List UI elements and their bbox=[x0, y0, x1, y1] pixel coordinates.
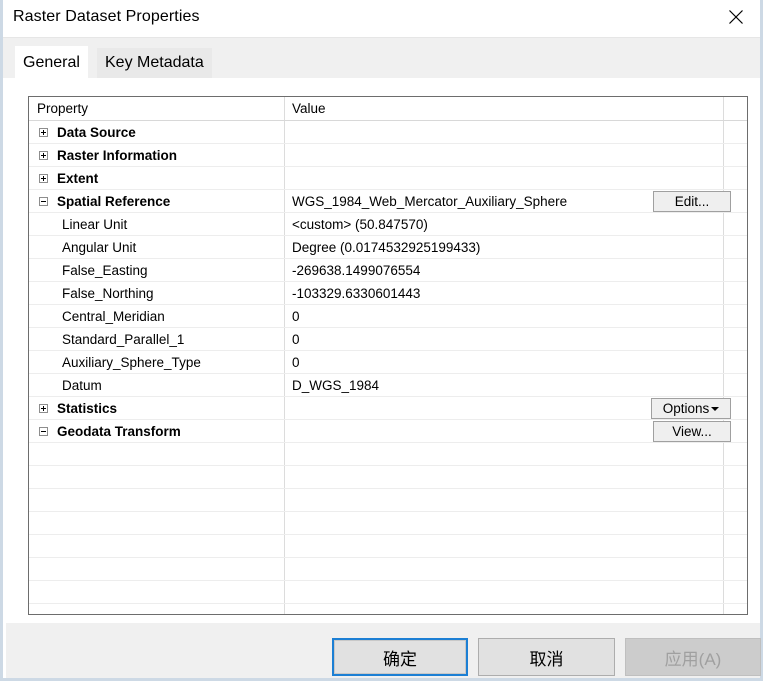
table-row-empty[interactable] bbox=[29, 466, 747, 489]
row-property-label: Raster Information bbox=[57, 148, 178, 163]
table-row[interactable]: Datum D_WGS_1984 bbox=[29, 374, 747, 397]
cancel-button[interactable]: 取消 bbox=[478, 638, 615, 676]
row-value: -103329.6330601443 bbox=[292, 286, 421, 301]
tab-panel-general: Property Value Data Source Raster Inform… bbox=[6, 78, 760, 623]
row-value: -269638.1499076554 bbox=[292, 263, 421, 278]
row-property-label: Extent bbox=[57, 171, 99, 186]
ok-button-label: 确定 bbox=[334, 640, 466, 674]
table-row[interactable]: Auxiliary_Sphere_Type 0 bbox=[29, 351, 747, 374]
row-property-label: False_Easting bbox=[62, 263, 148, 278]
ok-button[interactable]: 确定 bbox=[332, 638, 468, 676]
row-value bbox=[285, 167, 723, 189]
row-property-label: Standard_Parallel_1 bbox=[62, 332, 185, 347]
table-row[interactable]: Standard_Parallel_1 0 bbox=[29, 328, 747, 351]
row-property-label: Geodata Transform bbox=[57, 424, 181, 439]
row-value bbox=[285, 144, 723, 166]
apply-button: 应用(A) bbox=[625, 638, 761, 676]
row-property-label: Angular Unit bbox=[62, 240, 137, 255]
property-grid[interactable]: Property Value Data Source Raster Inform… bbox=[28, 96, 748, 615]
table-row-empty[interactable] bbox=[29, 581, 747, 604]
table-row[interactable]: Linear Unit <custom> (50.847570) bbox=[29, 213, 747, 236]
dialog-window: Raster Dataset Properties General Key Me… bbox=[0, 0, 763, 681]
empty-rows-container bbox=[29, 443, 747, 614]
grid-header-row: Property Value bbox=[29, 97, 747, 121]
row-property-label: Data Source bbox=[57, 125, 136, 140]
row-property-label: Auxiliary_Sphere_Type bbox=[62, 355, 201, 370]
table-row[interactable]: Extent bbox=[29, 167, 747, 190]
title-bar: Raster Dataset Properties bbox=[3, 0, 760, 38]
table-row-empty[interactable] bbox=[29, 604, 747, 614]
tab-general[interactable]: General bbox=[15, 46, 88, 79]
tab-general-label: General bbox=[23, 53, 80, 71]
row-property-label: Linear Unit bbox=[62, 217, 128, 232]
row-value: D_WGS_1984 bbox=[292, 378, 380, 393]
row-value: 0 bbox=[292, 355, 300, 370]
column-header-property[interactable]: Property bbox=[29, 97, 284, 120]
page-title: Raster Dataset Properties bbox=[13, 8, 200, 25]
table-row-empty[interactable] bbox=[29, 489, 747, 512]
row-property-label: Central_Meridian bbox=[62, 309, 165, 324]
table-row[interactable]: False_Easting -269638.1499076554 bbox=[29, 259, 747, 282]
row-property-label: Spatial Reference bbox=[57, 194, 171, 209]
table-row[interactable]: Spatial Reference WGS_1984_Web_Mercator_… bbox=[29, 190, 747, 213]
column-header-value[interactable]: Value bbox=[285, 97, 723, 120]
row-value bbox=[285, 121, 723, 143]
row-property-label: Statistics bbox=[57, 401, 118, 416]
table-row[interactable]: Data Source bbox=[29, 121, 747, 144]
table-row-empty[interactable] bbox=[29, 443, 747, 466]
chevron-down-icon bbox=[711, 406, 720, 411]
dialog-footer: 确定 取消 应用(A) bbox=[6, 623, 761, 678]
table-row[interactable]: Raster Information bbox=[29, 144, 747, 167]
row-property-label: Datum bbox=[62, 378, 102, 393]
table-row[interactable]: Statistics Options bbox=[29, 397, 747, 420]
close-icon[interactable] bbox=[713, 0, 758, 34]
view-button[interactable]: View... bbox=[653, 421, 731, 442]
row-value: 0 bbox=[292, 332, 300, 347]
options-button[interactable]: Options bbox=[651, 398, 731, 419]
tab-key-metadata[interactable]: Key Metadata bbox=[97, 48, 212, 78]
table-row[interactable]: Angular Unit Degree (0.0174532925199433) bbox=[29, 236, 747, 259]
row-value: Degree (0.0174532925199433) bbox=[292, 240, 481, 255]
tab-key-metadata-label: Key Metadata bbox=[105, 54, 204, 71]
row-value: <custom> (50.847570) bbox=[292, 217, 428, 232]
options-button-label: Options bbox=[662, 401, 710, 416]
table-row[interactable]: Central_Meridian 0 bbox=[29, 305, 747, 328]
table-row[interactable]: False_Northing -103329.6330601443 bbox=[29, 282, 747, 305]
table-row-empty[interactable] bbox=[29, 512, 747, 535]
table-row-empty[interactable] bbox=[29, 558, 747, 581]
table-row[interactable]: Geodata Transform View... bbox=[29, 420, 747, 443]
edit-button[interactable]: Edit... bbox=[653, 191, 731, 212]
table-row-empty[interactable] bbox=[29, 535, 747, 558]
row-property-label: False_Northing bbox=[62, 286, 154, 301]
tab-bar: General Key Metadata bbox=[3, 38, 760, 79]
row-value: 0 bbox=[292, 309, 300, 324]
